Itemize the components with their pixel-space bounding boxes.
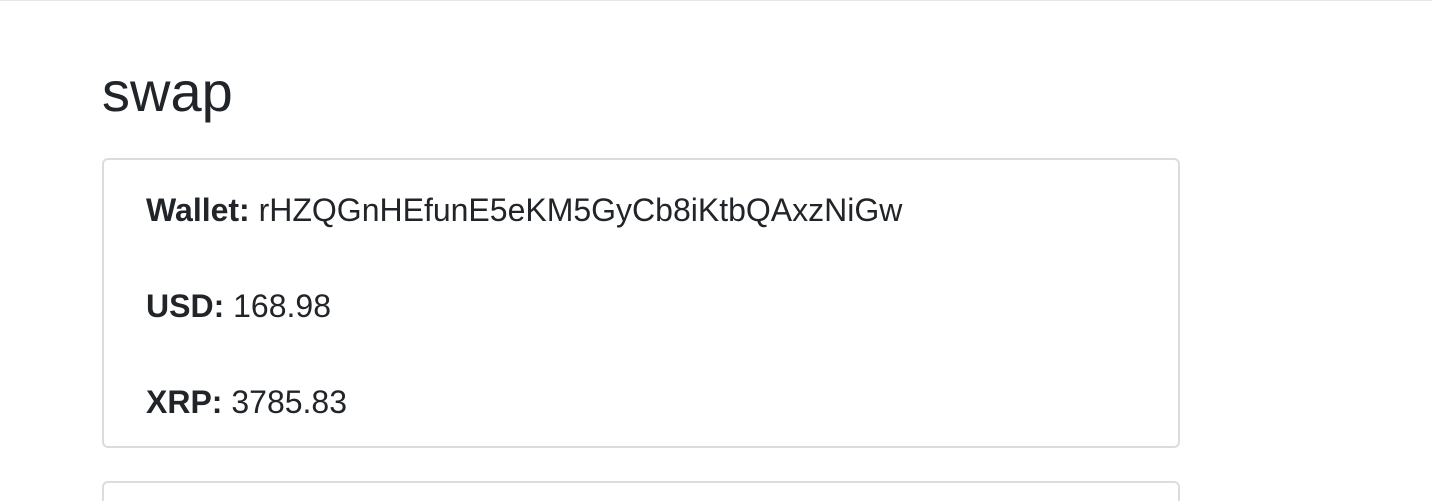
- xrp-row: XRP: 3785.83: [146, 382, 347, 422]
- next-card-edge: [102, 481, 1180, 501]
- top-divider: [0, 0, 1432, 1]
- page-title: swap: [102, 60, 233, 123]
- wallet-label: Wallet:: [146, 192, 250, 228]
- usd-row: USD: 168.98: [146, 286, 331, 326]
- wallet-address: rHZQGnHEfunE5eKM5GyCb8iKtbQAxzNiGw: [258, 192, 903, 228]
- usd-label: USD:: [146, 288, 225, 324]
- xrp-label: XRP:: [146, 384, 223, 420]
- balance-card: Wallet: rHZQGnHEfunE5eKM5GyCb8iKtbQAxzNi…: [102, 158, 1180, 448]
- wallet-row: Wallet: rHZQGnHEfunE5eKM5GyCb8iKtbQAxzNi…: [146, 190, 902, 230]
- xrp-balance: 3785.83: [231, 384, 348, 420]
- usd-balance: 168.98: [233, 288, 331, 324]
